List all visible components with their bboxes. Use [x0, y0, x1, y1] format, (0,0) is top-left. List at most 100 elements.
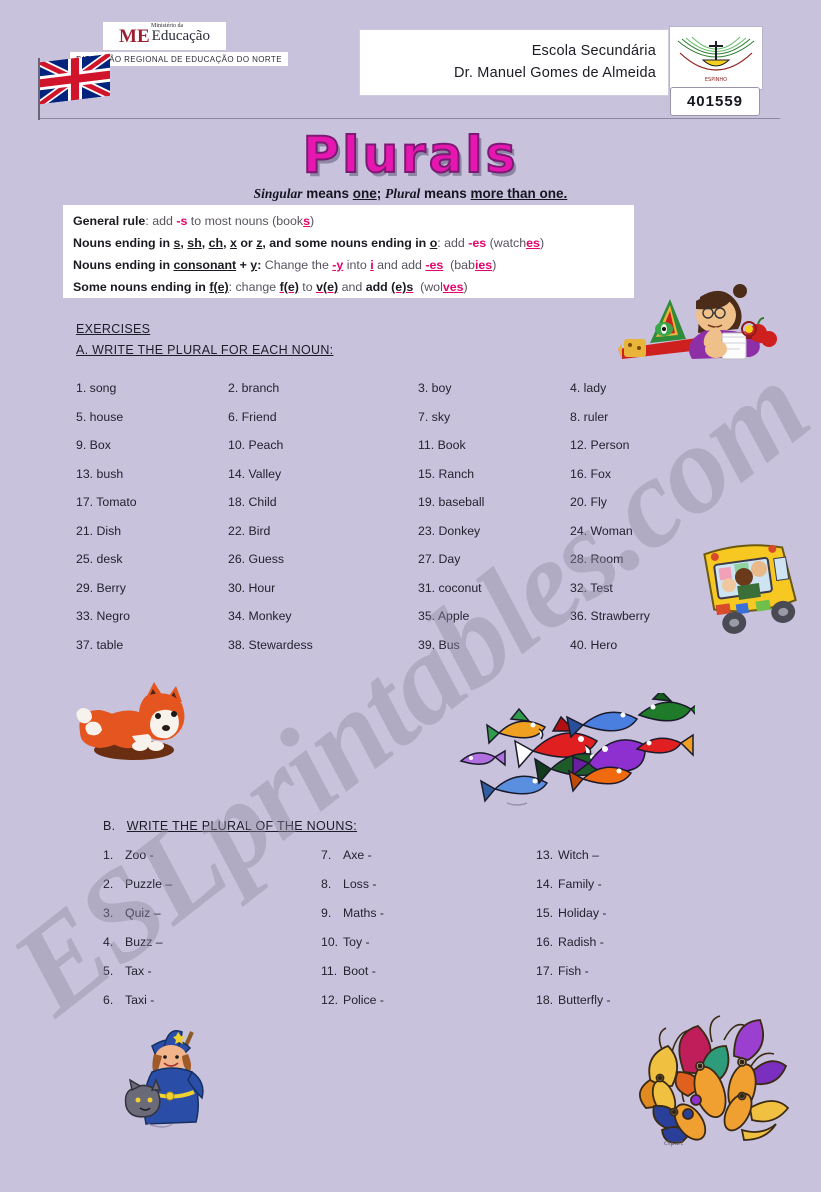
exercise-b-item-text: Zoo -	[125, 848, 154, 862]
exercise-a-item: 14. Valley	[228, 466, 282, 481]
ministry-logo: ME Educação Ministério da	[103, 22, 226, 50]
exercise-a-item: 26. Guess	[228, 552, 285, 566]
exercise-b-heading-text: WRITE THE PLURAL OF THE NOUNS:	[126, 819, 358, 833]
exercise-b-item: 9. Maths -	[321, 906, 536, 935]
exercise-b-item-number: 2.	[103, 877, 114, 891]
exercise-b-heading-prefix: B.	[103, 819, 116, 833]
butterflies-image: clipart	[638, 1012, 798, 1149]
exercise-b-item: 12. Police -	[321, 993, 536, 1022]
exercise-b-item-text: Holiday -	[558, 906, 607, 920]
exercise-b-item: 2. Puzzle –	[103, 877, 321, 906]
exercise-b-item: 5. Tax -	[103, 964, 321, 993]
exercise-b-item-text: Butterfly -	[558, 993, 611, 1007]
rule-general: General rule: add -s to most nouns (book…	[73, 214, 315, 228]
exercises-label-text: EXERCISES	[76, 322, 151, 336]
fish-school-image	[455, 693, 695, 815]
exercise-a-item: 39. Bus	[418, 637, 460, 652]
exercise-b-item: 13. Witch –	[536, 848, 743, 877]
exercise-b-item-number: 7.	[321, 848, 332, 862]
witch-image	[118, 1028, 238, 1133]
exercise-b-item: 8. Loss -	[321, 877, 536, 906]
exercise-a-item: 23. Donkey	[418, 523, 481, 538]
exercise-a-item: 12. Person	[570, 438, 630, 452]
school-name-line2: Dr. Manuel Gomes de Almeida	[453, 64, 656, 81]
fox-image	[72, 678, 194, 760]
exercise-a-item: 30. Hour	[228, 580, 276, 595]
subtitle-text-2: ;	[376, 186, 385, 201]
rules-box: General rule: add -s to most nouns (book…	[63, 205, 634, 298]
exercise-b-item-number: 10.	[321, 935, 339, 949]
exercise-a-item: 27. Day	[418, 552, 461, 566]
svg-text:clipart: clipart	[664, 1140, 684, 1147]
exercise-a-item: 8. ruler	[570, 409, 609, 424]
page-title: Plurals	[302, 125, 519, 185]
rule-consonant-y: Nouns ending in consonant + y: Change th…	[73, 257, 497, 272]
exercise-b-item-text: Tax -	[125, 964, 152, 978]
exercise-b-heading: B. WRITE THE PLURAL OF THE NOUNS:	[103, 819, 357, 833]
ministry-mark-icon: ME	[119, 25, 150, 47]
exercise-b-item-number: 9.	[321, 906, 332, 920]
exercise-b-item-text: Family -	[558, 877, 602, 891]
exercise-a-item: 35. Apple	[418, 609, 470, 623]
exercise-a-item: 5. house	[76, 409, 124, 424]
exercise-a-item: 17. Tomato	[76, 495, 137, 509]
exercise-b-item: 17. Fish -	[536, 964, 743, 993]
subtitle-text-3: means	[420, 186, 471, 201]
exercise-b-item-text: Buzz –	[125, 935, 163, 949]
exercise-a-heading-text: A. WRITE THE PLURAL FOR EACH NOUN:	[76, 343, 334, 357]
exercise-b-item-text: Witch –	[558, 848, 599, 862]
exercise-b-item-text: Radish -	[558, 935, 604, 949]
exercise-a-item: 10. Peach	[228, 438, 284, 452]
exercise-b-item: 15. Holiday -	[536, 906, 743, 935]
exercise-b-list: 1. Zoo - 7. Axe - 13. Witch – 2. Puzzle – 8. Loss…	[103, 848, 743, 1022]
exercise-b-item-number: 18.	[536, 993, 554, 1007]
teacher-at-desk-image	[612, 277, 777, 362]
exercise-b-item-text: Taxi -	[125, 993, 155, 1007]
exercise-b-item: 3. Quiz –	[103, 906, 321, 935]
exercise-b-item-number: 5.	[103, 964, 114, 978]
page-header: ME Educação Ministério da DIRECÇÃO REGIO…	[0, 0, 821, 124]
exercise-b-item-number: 11.	[321, 964, 338, 978]
subtitle-underline-more: more than one.	[470, 186, 568, 201]
exercise-a-item: 19. baseball	[418, 495, 485, 509]
exercise-a-item: 1. song	[76, 381, 117, 395]
exercise-a-item: 6. Friend	[228, 409, 277, 424]
exercise-b-item: 11. Boot -	[321, 964, 536, 993]
exercise-a-list: 1. song 2. branch 3. boy 4. lady 5. house 6. …	[76, 381, 746, 666]
exercise-b-item-text: Boot -	[343, 964, 376, 978]
exercise-a-heading: A. WRITE THE PLURAL FOR EACH NOUN:	[76, 343, 333, 357]
exercise-b-item-number: 13.	[536, 848, 554, 862]
ministry-logo-small: Ministério da	[151, 23, 184, 29]
worksheet-page: ME Educação Ministério da DIRECÇÃO REGIO…	[0, 0, 821, 1169]
exercise-b-item: 4. Buzz –	[103, 935, 321, 964]
exercise-a-item: 15. Ranch	[418, 466, 475, 481]
exercise-b-item: 10. Toy -	[321, 935, 536, 964]
exercise-a-item: 7. sky	[418, 409, 451, 424]
subtitle-underline-one: one	[352, 186, 377, 201]
exercise-b-item-number: 3.	[103, 906, 114, 920]
exercise-a-item: 20. Fly	[570, 495, 607, 509]
exercise-a-item: 3. boy	[418, 381, 452, 395]
exercise-a-item: 13. bush	[76, 466, 124, 481]
exercise-b-item-number: 16.	[536, 935, 554, 949]
exercise-a-item: 18. Child	[228, 495, 277, 509]
exercise-a-item: 40. Hero	[570, 637, 618, 652]
school-crest-icon: ESPINHO	[669, 26, 763, 90]
exercise-b-item-text: Puzzle –	[125, 877, 173, 891]
school-code: 401559	[670, 87, 760, 116]
rule-f-fe: Some nouns ending in f(e): change f(e) t…	[73, 279, 468, 294]
exercise-a-item: 11. Book	[418, 438, 466, 452]
exercise-a-item: 16. Fox	[570, 466, 612, 481]
ministry-logo-word: Educação	[151, 27, 210, 44]
school-name-box: Escola Secundária Dr. Manuel Gomes de Al…	[359, 29, 669, 96]
exercise-b-item-text: Quiz –	[125, 906, 161, 920]
exercise-a-item: 31. coconut	[418, 580, 482, 595]
page-subtitle: Singular means one; Plural means more th…	[0, 186, 821, 202]
exercise-b-item-number: 4.	[103, 935, 114, 949]
exercise-b-item: 14. Family -	[536, 877, 743, 906]
exercise-b-item-number: 17.	[536, 964, 554, 978]
exercise-b-item-number: 12.	[321, 993, 339, 1007]
subtitle-word-plural: Plural	[385, 186, 421, 201]
exercise-a-item: 22. Bird	[228, 523, 271, 538]
exercise-b-item-text: Police -	[343, 993, 385, 1007]
